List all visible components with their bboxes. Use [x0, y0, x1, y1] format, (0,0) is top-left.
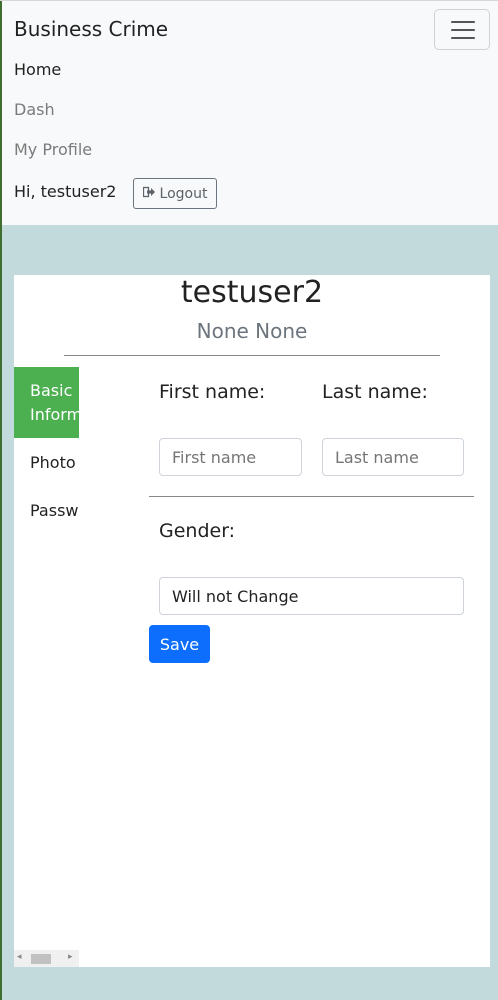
nav-link-dash[interactable]: Dash: [14, 100, 55, 119]
gender-field[interactable]: Will not Change: [159, 577, 464, 615]
gender-label: Gender:: [159, 520, 236, 542]
user-greeting: Hi, testuser2: [14, 182, 117, 201]
top-navbar: Business Crime Home Dash My Profile Hi, …: [2, 1, 498, 225]
save-button[interactable]: Save: [149, 625, 210, 663]
first-name-label: First name:: [159, 381, 266, 403]
nav-link-home[interactable]: Home: [14, 60, 61, 79]
scrollbar-thumb[interactable]: [31, 954, 51, 964]
tab-photo[interactable]: Photo: [14, 438, 79, 486]
scroll-right-icon[interactable]: ▸: [68, 952, 73, 962]
logout-label: Logout: [159, 185, 208, 202]
tab-password[interactable]: Password: [14, 486, 79, 534]
tab-basic-information[interactable]: Basic Information: [14, 367, 79, 438]
header-divider: [64, 355, 440, 356]
nav-link-my-profile[interactable]: My Profile: [14, 140, 92, 159]
profile-card: testuser2 None None Basic Information Ph…: [14, 275, 490, 967]
first-name-input[interactable]: First name: [159, 438, 302, 476]
tab-list-scrollbar[interactable]: ◂ ▸: [14, 950, 79, 967]
profile-username: testuser2: [180, 275, 324, 310]
form-divider: [149, 496, 474, 497]
last-name-input[interactable]: Last name: [322, 438, 464, 476]
scroll-left-icon[interactable]: ◂: [17, 952, 22, 962]
profile-tab-list: Basic Information Photo Password: [14, 367, 79, 534]
profile-full-name: None None: [196, 319, 308, 343]
logout-button[interactable]: Logout: [133, 178, 217, 209]
navbar-toggler-button[interactable]: [434, 9, 490, 50]
sign-out-icon: [142, 186, 156, 202]
navbar-brand[interactable]: Business Crime: [14, 17, 168, 41]
last-name-label: Last name:: [322, 381, 428, 403]
